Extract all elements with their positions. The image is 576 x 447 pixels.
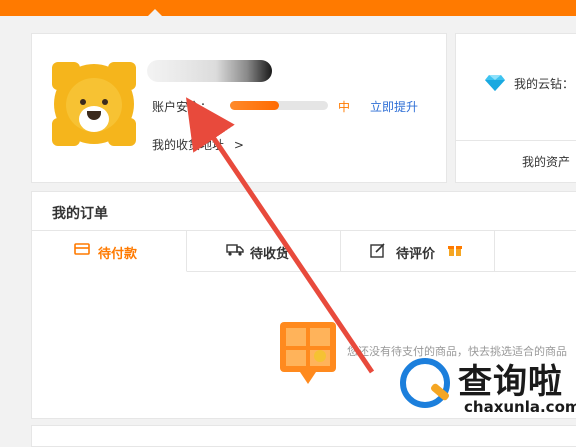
- watermark-title: 查询啦: [458, 362, 563, 402]
- watermark-domain: chaxunla.com: [464, 398, 576, 416]
- watermark-logo: 查询啦 chaxunla.com: [400, 352, 576, 424]
- magnifier-icon: [400, 358, 450, 408]
